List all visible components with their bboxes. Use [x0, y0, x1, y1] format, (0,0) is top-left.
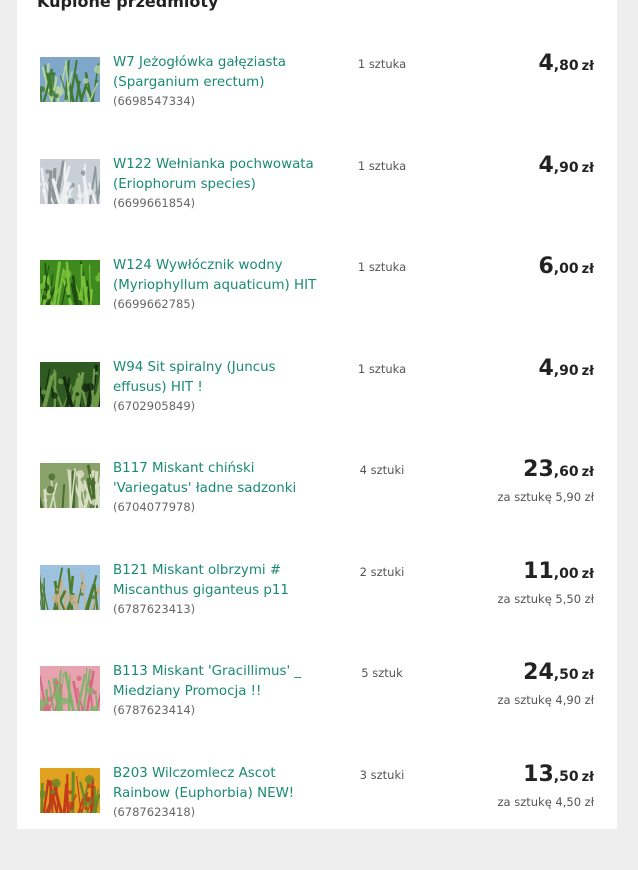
price-decimal: ,60: [553, 464, 579, 480]
offer-id: (6787623418): [113, 804, 196, 819]
plant-photo-icon: [40, 463, 100, 508]
price-total: 4,90 zł: [538, 153, 594, 178]
purchased-item-row: B121 Miskant olbrzymi # Miscanthus gigan…: [0, 559, 638, 667]
purchased-item-row: W7 Jeżogłówka gałęziasta (Sparganium ere…: [0, 51, 638, 159]
price-total: 24,50 zł: [523, 660, 594, 685]
product-name-link[interactable]: W7 Jeżogłówka gałęziasta (Sparganium ere…: [113, 53, 328, 93]
price-currency: zł: [581, 262, 594, 277]
price-total: 6,00 zł: [538, 254, 594, 279]
offer-id: (6704077978): [113, 500, 196, 514]
price-decimal: ,90: [553, 159, 579, 176]
plant-photo-icon: [40, 767, 100, 813]
plant-photo-icon: [40, 158, 100, 204]
price-decimal: ,00: [553, 261, 579, 277]
offer-id: (6699662785): [113, 297, 196, 311]
price-decimal: ,00: [553, 565, 579, 582]
quantity-label: 4 sztuki: [359, 463, 405, 477]
price-integer: 6: [538, 254, 554, 279]
purchased-item-row: B113 Miskant 'Gracillimus' _ Miedziany P…: [0, 660, 638, 768]
product-thumbnail[interactable]: [40, 564, 100, 610]
price-integer: 4: [538, 152, 554, 178]
price-currency: zł: [581, 363, 594, 379]
product-thumbnail[interactable]: [40, 767, 100, 813]
price-integer: 4: [538, 355, 554, 381]
price-currency: zł: [581, 465, 594, 480]
purchased-item-row: B203 Wilczomlecz Ascot Rainbow (Euphorbi…: [0, 762, 638, 870]
product-name-link[interactable]: B203 Wilczomlecz Ascot Rainbow (Euphorbi…: [113, 764, 328, 804]
price-integer: 23: [523, 457, 554, 482]
unit-price: za sztukę 4,90 zł: [497, 693, 594, 707]
quantity-label: 2 sztuki: [359, 564, 405, 579]
unit-price: za sztukę 4,50 zł: [497, 794, 594, 809]
plant-photo-icon: [40, 564, 100, 610]
product-name-link[interactable]: W122 Wełnianka pochwowata (Eriophorum sp…: [113, 155, 328, 195]
product-name-link[interactable]: B113 Miskant 'Gracillimus' _ Miedziany P…: [113, 662, 328, 702]
price-currency: zł: [581, 769, 594, 785]
price-decimal: ,50: [553, 667, 579, 683]
price-total: 11,00 zł: [523, 559, 594, 584]
product-thumbnail[interactable]: [40, 463, 100, 508]
quantity-label: 3 sztuki: [359, 767, 405, 782]
offer-id: (6699661854): [113, 195, 196, 210]
price-integer: 24: [523, 660, 554, 685]
price-total: 4,80 zł: [538, 51, 594, 76]
plant-photo-icon: [40, 260, 100, 305]
price-decimal: ,80: [553, 58, 579, 74]
product-name-link[interactable]: W94 Sit spiralny (Juncus effusus) HIT !: [113, 358, 328, 398]
plant-photo-icon: [40, 57, 100, 102]
quantity-label: 1 sztuka: [357, 260, 407, 274]
price-total: 13,50 zł: [523, 762, 594, 787]
product-thumbnail[interactable]: [40, 666, 100, 711]
purchased-item-row: W122 Wełnianka pochwowata (Eriophorum sp…: [0, 153, 638, 261]
quantity-label: 1 sztuka: [357, 57, 407, 71]
product-thumbnail[interactable]: [40, 57, 100, 102]
product-name-link[interactable]: W124 Wywłócznik wodny (Myriophyllum aqua…: [113, 256, 328, 296]
product-name-link[interactable]: B117 Miskant chiński 'Variegatus' ładne …: [113, 459, 328, 499]
offer-id: (6787623413): [113, 601, 196, 616]
offer-id: (6698547334): [113, 94, 196, 108]
purchased-item-row: W124 Wywłócznik wodny (Myriophyllum aqua…: [0, 254, 638, 362]
product-thumbnail[interactable]: [40, 158, 100, 204]
price-currency: zł: [581, 566, 594, 582]
product-thumbnail[interactable]: [40, 260, 100, 305]
section-title: Kupione przedmioty: [37, 0, 219, 11]
price-total: 4,90 zł: [538, 356, 594, 381]
quantity-label: 5 sztuk: [361, 666, 403, 680]
offer-id: (6702905849): [113, 398, 196, 413]
price-integer: 13: [523, 761, 554, 787]
purchased-item-row: W94 Sit spiralny (Juncus effusus) HIT ! …: [0, 356, 638, 464]
plant-photo-icon: [40, 361, 100, 407]
price-currency: zł: [581, 160, 594, 176]
price-total: 23,60 zł: [523, 457, 594, 482]
price-integer: 4: [538, 51, 554, 76]
purchased-item-row: B117 Miskant chiński 'Variegatus' ładne …: [0, 457, 638, 565]
product-thumbnail[interactable]: [40, 361, 100, 407]
quantity-label: 1 sztuka: [357, 158, 407, 173]
price-decimal: ,90: [553, 362, 579, 379]
quantity-label: 1 sztuka: [357, 361, 407, 376]
unit-price: za sztukę 5,90 zł: [497, 490, 594, 504]
price-integer: 11: [523, 558, 554, 584]
product-name-link[interactable]: B121 Miskant olbrzymi # Miscanthus gigan…: [113, 561, 328, 601]
plant-photo-icon: [40, 666, 100, 711]
price-currency: zł: [581, 668, 594, 683]
offer-id: (6787623414): [113, 703, 196, 717]
price-decimal: ,50: [553, 768, 579, 785]
unit-price: za sztukę 5,50 zł: [497, 591, 594, 606]
price-currency: zł: [581, 59, 594, 74]
